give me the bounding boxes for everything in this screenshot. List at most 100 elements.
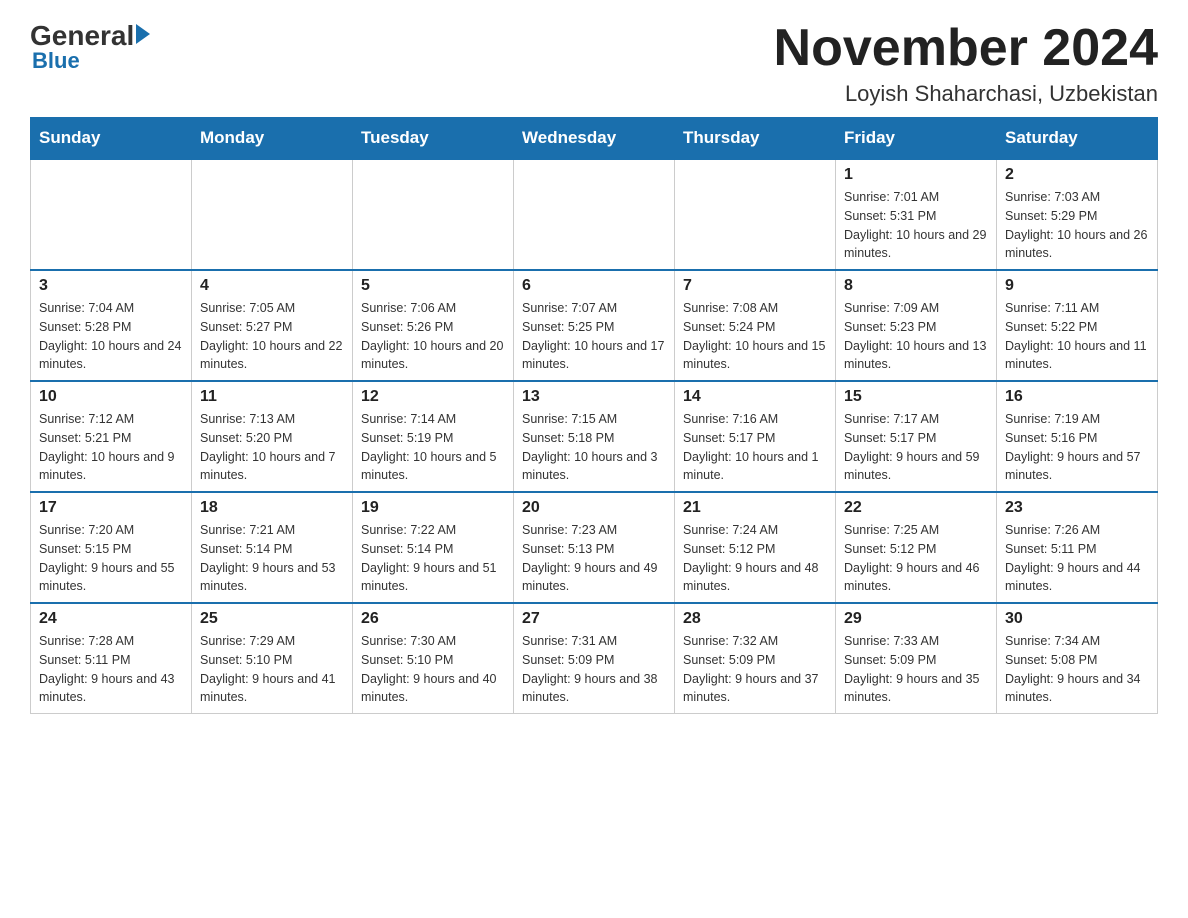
table-row: 2 Sunrise: 7:03 AMSunset: 5:29 PMDaylight… [997,159,1158,270]
title-area: November 2024 Loyish Shaharchasi, Uzbeki… [774,20,1158,107]
day-info: Sunrise: 7:26 AMSunset: 5:11 PMDaylight:… [1005,521,1149,596]
header-monday: Monday [192,118,353,160]
table-row: 30 Sunrise: 7:34 AMSunset: 5:08 PMDayligh… [997,603,1158,714]
table-row: 6 Sunrise: 7:07 AMSunset: 5:25 PMDaylight… [514,270,675,381]
day-number: 5 [361,277,505,295]
table-row: 15 Sunrise: 7:17 AMSunset: 5:17 PMDayligh… [836,381,997,492]
table-row: 3Sunrise: 7:04 AMSunset: 5:28 PMDaylight… [31,270,192,381]
week-row-4: 17 Sunrise: 7:20 AMSunset: 5:15 PMDayligh… [31,492,1158,603]
day-info: Sunrise: 7:29 AMSunset: 5:10 PMDaylight:… [200,632,344,707]
location-title: Loyish Shaharchasi, Uzbekistan [774,81,1158,107]
table-row [514,159,675,270]
day-info: Sunrise: 7:13 AMSunset: 5:20 PMDaylight:… [200,410,344,485]
day-number: 30 [1005,610,1149,628]
day-info: Sunrise: 7:14 AMSunset: 5:19 PMDaylight:… [361,410,505,485]
table-row: 7 Sunrise: 7:08 AMSunset: 5:24 PMDaylight… [675,270,836,381]
day-info: Sunrise: 7:20 AMSunset: 5:15 PMDaylight:… [39,521,183,596]
day-info: Sunrise: 7:30 AMSunset: 5:10 PMDaylight:… [361,632,505,707]
day-info: Sunrise: 7:09 AMSunset: 5:23 PMDaylight:… [844,299,988,374]
day-info: Sunrise: 7:33 AMSunset: 5:09 PMDaylight:… [844,632,988,707]
table-row [192,159,353,270]
table-row: 28Sunrise: 7:32 AMSunset: 5:09 PMDayligh… [675,603,836,714]
day-info: Sunrise: 7:25 AMSunset: 5:12 PMDaylight:… [844,521,988,596]
day-info: Sunrise: 7:23 AMSunset: 5:13 PMDaylight:… [522,521,666,596]
week-row-1: 1 Sunrise: 7:01 AMSunset: 5:31 PMDaylight… [31,159,1158,270]
day-info: Sunrise: 7:22 AMSunset: 5:14 PMDaylight:… [361,521,505,596]
table-row: 23 Sunrise: 7:26 AMSunset: 5:11 PMDayligh… [997,492,1158,603]
day-number: 16 [1005,388,1149,406]
table-row: 14 Sunrise: 7:16 AMSunset: 5:17 PMDayligh… [675,381,836,492]
header-sunday: Sunday [31,118,192,160]
day-info: Sunrise: 7:28 AMSunset: 5:11 PMDaylight:… [39,632,183,707]
day-info: Sunrise: 7:11 AMSunset: 5:22 PMDaylight:… [1005,299,1149,374]
day-info: Sunrise: 7:31 AMSunset: 5:09 PMDaylight:… [522,632,666,707]
table-row: 13 Sunrise: 7:15 AMSunset: 5:18 PMDayligh… [514,381,675,492]
day-number: 15 [844,388,988,406]
day-number: 21 [683,499,827,517]
day-number: 3 [39,277,183,295]
header-wednesday: Wednesday [514,118,675,160]
table-row: 25Sunrise: 7:29 AMSunset: 5:10 PMDayligh… [192,603,353,714]
week-row-3: 10 Sunrise: 7:12 AMSunset: 5:21 PMDayligh… [31,381,1158,492]
day-number: 12 [361,388,505,406]
day-info: Sunrise: 7:21 AMSunset: 5:14 PMDaylight:… [200,521,344,596]
day-number: 10 [39,388,183,406]
table-row: 21 Sunrise: 7:24 AMSunset: 5:12 PMDayligh… [675,492,836,603]
day-info: Sunrise: 7:24 AMSunset: 5:12 PMDaylight:… [683,521,827,596]
day-number: 8 [844,277,988,295]
logo: General Blue [30,20,150,74]
day-number: 2 [1005,166,1149,184]
table-row: 5 Sunrise: 7:06 AMSunset: 5:26 PMDaylight… [353,270,514,381]
day-number: 9 [1005,277,1149,295]
table-row: 16 Sunrise: 7:19 AMSunset: 5:16 PMDayligh… [997,381,1158,492]
day-number: 13 [522,388,666,406]
day-number: 7 [683,277,827,295]
day-number: 23 [1005,499,1149,517]
day-number: 19 [361,499,505,517]
table-row: 12 Sunrise: 7:14 AMSunset: 5:19 PMDayligh… [353,381,514,492]
logo-blue: Blue [32,48,80,74]
day-info: Sunrise: 7:12 AMSunset: 5:21 PMDaylight:… [39,410,183,485]
header-tuesday: Tuesday [353,118,514,160]
day-number: 28 [683,610,827,628]
table-row: 11Sunrise: 7:13 AMSunset: 5:20 PMDayligh… [192,381,353,492]
page-header: General Blue November 2024 Loyish Shahar… [30,20,1158,107]
header-friday: Friday [836,118,997,160]
table-row: 17 Sunrise: 7:20 AMSunset: 5:15 PMDayligh… [31,492,192,603]
table-row: 22 Sunrise: 7:25 AMSunset: 5:12 PMDayligh… [836,492,997,603]
weekday-header-row: Sunday Monday Tuesday Wednesday Thursday… [31,118,1158,160]
day-info: Sunrise: 7:03 AMSunset: 5:29 PMDaylight:… [1005,188,1149,263]
table-row: 18Sunrise: 7:21 AMSunset: 5:14 PMDayligh… [192,492,353,603]
day-number: 1 [844,166,988,184]
day-number: 24 [39,610,183,628]
month-title: November 2024 [774,20,1158,77]
day-info: Sunrise: 7:07 AMSunset: 5:25 PMDaylight:… [522,299,666,374]
day-info: Sunrise: 7:06 AMSunset: 5:26 PMDaylight:… [361,299,505,374]
header-thursday: Thursday [675,118,836,160]
table-row: 4Sunrise: 7:05 AMSunset: 5:27 PMDaylight… [192,270,353,381]
day-number: 6 [522,277,666,295]
table-row: 27Sunrise: 7:31 AMSunset: 5:09 PMDayligh… [514,603,675,714]
table-row: 29Sunrise: 7:33 AMSunset: 5:09 PMDayligh… [836,603,997,714]
day-info: Sunrise: 7:15 AMSunset: 5:18 PMDaylight:… [522,410,666,485]
calendar-table: Sunday Monday Tuesday Wednesday Thursday… [30,117,1158,714]
table-row: 20Sunrise: 7:23 AMSunset: 5:13 PMDayligh… [514,492,675,603]
week-row-2: 3Sunrise: 7:04 AMSunset: 5:28 PMDaylight… [31,270,1158,381]
header-saturday: Saturday [997,118,1158,160]
table-row: 10 Sunrise: 7:12 AMSunset: 5:21 PMDayligh… [31,381,192,492]
table-row: 1 Sunrise: 7:01 AMSunset: 5:31 PMDaylight… [836,159,997,270]
day-info: Sunrise: 7:16 AMSunset: 5:17 PMDaylight:… [683,410,827,485]
day-number: 26 [361,610,505,628]
table-row: 8 Sunrise: 7:09 AMSunset: 5:23 PMDaylight… [836,270,997,381]
day-number: 17 [39,499,183,517]
day-info: Sunrise: 7:17 AMSunset: 5:17 PMDaylight:… [844,410,988,485]
day-info: Sunrise: 7:01 AMSunset: 5:31 PMDaylight:… [844,188,988,263]
table-row: 19 Sunrise: 7:22 AMSunset: 5:14 PMDayligh… [353,492,514,603]
week-row-5: 24 Sunrise: 7:28 AMSunset: 5:11 PMDayligh… [31,603,1158,714]
day-info: Sunrise: 7:08 AMSunset: 5:24 PMDaylight:… [683,299,827,374]
table-row [353,159,514,270]
day-number: 22 [844,499,988,517]
day-info: Sunrise: 7:19 AMSunset: 5:16 PMDaylight:… [1005,410,1149,485]
day-info: Sunrise: 7:34 AMSunset: 5:08 PMDaylight:… [1005,632,1149,707]
day-number: 14 [683,388,827,406]
